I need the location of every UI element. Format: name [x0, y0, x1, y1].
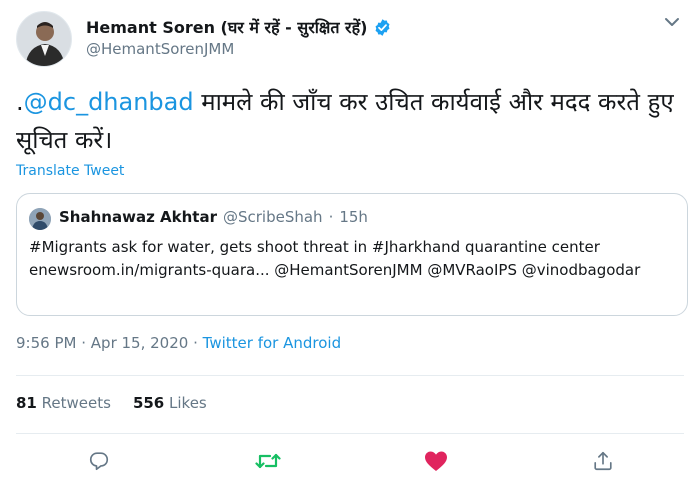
tweet-time[interactable]: 9:56 PM	[16, 334, 76, 352]
likes-stat[interactable]: 556 Likes	[133, 394, 207, 412]
likes-label: Likes	[169, 394, 207, 412]
heart-icon[interactable]	[423, 448, 449, 474]
quoted-tweet-body: #Migrants ask for water, gets shoot thre…	[29, 238, 641, 279]
author-name-line: Hemant Soren (घर में रहें - सुरक्षित रहे…	[86, 16, 392, 38]
mention-link[interactable]: @dc_dhanbad	[24, 88, 194, 116]
retweet-icon[interactable]	[255, 448, 281, 474]
share-icon[interactable]	[590, 448, 616, 474]
tweet-meta: 9:56 PM · Apr 15, 2020 · Twitter for And…	[16, 334, 341, 352]
quoted-author-avatar	[29, 208, 51, 230]
tweet-actions	[0, 448, 700, 478]
tweet-date[interactable]: Apr 15, 2020	[91, 334, 189, 352]
verified-badge-icon	[373, 18, 392, 37]
meta-separator: ·	[81, 334, 87, 352]
author-avatar[interactable]	[16, 11, 72, 67]
meta-separator: ·	[193, 334, 198, 352]
tweet-source-link[interactable]: Twitter for Android	[203, 334, 341, 352]
tweet-prefix: .	[16, 88, 24, 116]
retweets-count: 81	[16, 394, 37, 412]
tweet-header: Hemant Soren (घर में रहें - सुरक्षित रहे…	[16, 8, 684, 70]
author-display-name[interactable]: Hemant Soren (घर में रहें - सुरक्षित रहे…	[86, 16, 367, 38]
tweet-stats: 81 Retweets 556 Likes	[16, 394, 207, 412]
quoted-tweet-card[interactable]: Shahnawaz Akhtar @ScribeShah · 15h #Migr…	[16, 193, 688, 316]
quoted-author-name: Shahnawaz Akhtar	[59, 208, 217, 226]
divider	[16, 433, 684, 434]
quoted-time: 15h	[339, 208, 368, 226]
author-avatar-image	[17, 12, 71, 66]
quoted-author-handle: @ScribeShah	[222, 208, 323, 226]
divider	[16, 375, 684, 376]
tweet-text: .@dc_dhanbad मामले की जाँच कर उचित कार्य…	[16, 83, 686, 159]
likes-count: 556	[132, 394, 165, 412]
chevron-down-icon[interactable]	[660, 12, 684, 32]
retweets-stat[interactable]: 81 Retweets	[16, 394, 111, 412]
translate-tweet-link[interactable]: Translate Tweet	[16, 163, 124, 179]
reply-icon[interactable]	[86, 448, 112, 474]
quoted-separator: ·	[328, 208, 334, 226]
retweets-label: Retweets	[41, 394, 111, 412]
quoted-tweet-header: Shahnawaz Akhtar @ScribeShah · 15h	[59, 208, 368, 226]
author-handle[interactable]: @HemantSorenJMM	[86, 40, 234, 58]
